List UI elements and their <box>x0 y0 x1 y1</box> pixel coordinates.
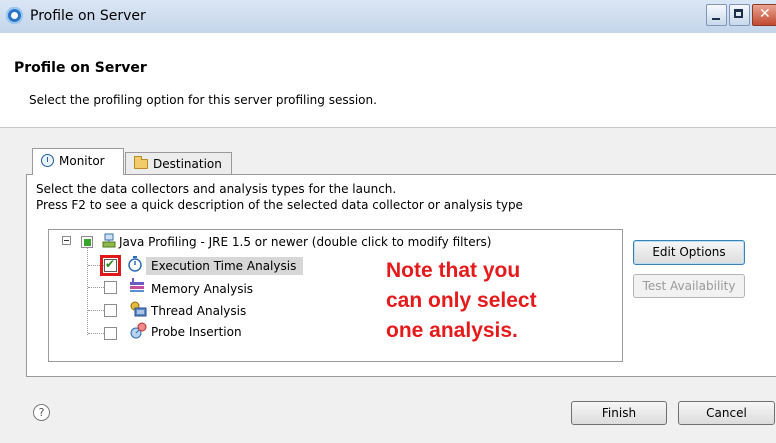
memory-analysis-label[interactable]: Memory Analysis <box>151 282 253 296</box>
app-icon <box>6 7 23 24</box>
tab-monitor[interactable]: Monitor <box>32 148 124 175</box>
dialog-header <box>0 33 776 128</box>
minimize-button[interactable] <box>706 4 727 26</box>
stopwatch-icon <box>126 255 142 272</box>
annotation-note: Note that you can only select one analys… <box>386 256 606 346</box>
probe-insertion-label[interactable]: Probe Insertion <box>151 325 242 339</box>
window-title: Profile on Server <box>30 8 146 24</box>
annotation-line: one analysis. <box>386 319 518 342</box>
annotation-line: Note that you <box>386 259 521 282</box>
tree-connector <box>88 333 104 334</box>
test-availability-button[interactable]: Test Availability <box>633 274 745 298</box>
thread-analysis-label[interactable]: Thread Analysis <box>151 304 246 318</box>
java-profiling-checkbox[interactable] <box>81 236 93 248</box>
tab-destination-label: Destination <box>153 157 222 171</box>
maximize-button[interactable] <box>729 4 750 26</box>
panel-instruction-1: Select the data collectors and analysis … <box>36 182 397 196</box>
close-button[interactable] <box>752 4 776 26</box>
tree-connector <box>88 287 104 288</box>
java-profiling-label[interactable]: Java Profiling - JRE 1.5 or newer (doubl… <box>119 235 491 249</box>
dialog-heading: Profile on Server <box>14 60 147 76</box>
panel-instruction-2: Press F2 to see a quick description of t… <box>36 198 523 212</box>
probe-icon <box>129 322 147 339</box>
edit-options-button[interactable]: Edit Options <box>633 240 745 265</box>
collapse-toggle[interactable] <box>62 236 71 245</box>
tab-destination[interactable]: Destination <box>125 152 232 175</box>
probe-insertion-checkbox[interactable] <box>104 327 117 340</box>
cancel-button[interactable]: Cancel <box>678 401 775 425</box>
execution-time-label[interactable]: Execution Time Analysis <box>151 259 296 273</box>
folder-icon <box>134 156 148 169</box>
finish-button[interactable]: Finish <box>571 401 667 425</box>
tree-connector <box>88 310 104 311</box>
stopwatch-icon <box>41 154 54 167</box>
dialog-description: Select the profiling option for this ser… <box>29 93 377 107</box>
java-profiling-icon <box>101 233 117 249</box>
annotation-line: can only select <box>386 289 537 312</box>
tree-connector <box>87 248 88 335</box>
thread-analysis-checkbox[interactable] <box>104 304 117 317</box>
help-icon[interactable]: ? <box>33 404 50 421</box>
tab-monitor-label: Monitor <box>59 154 105 168</box>
window-titlebar[interactable]: Profile on Server <box>0 0 776 34</box>
memory-icon <box>129 278 145 294</box>
thread-icon <box>129 300 147 317</box>
highlight-box <box>100 255 121 276</box>
memory-analysis-checkbox[interactable] <box>104 281 117 294</box>
